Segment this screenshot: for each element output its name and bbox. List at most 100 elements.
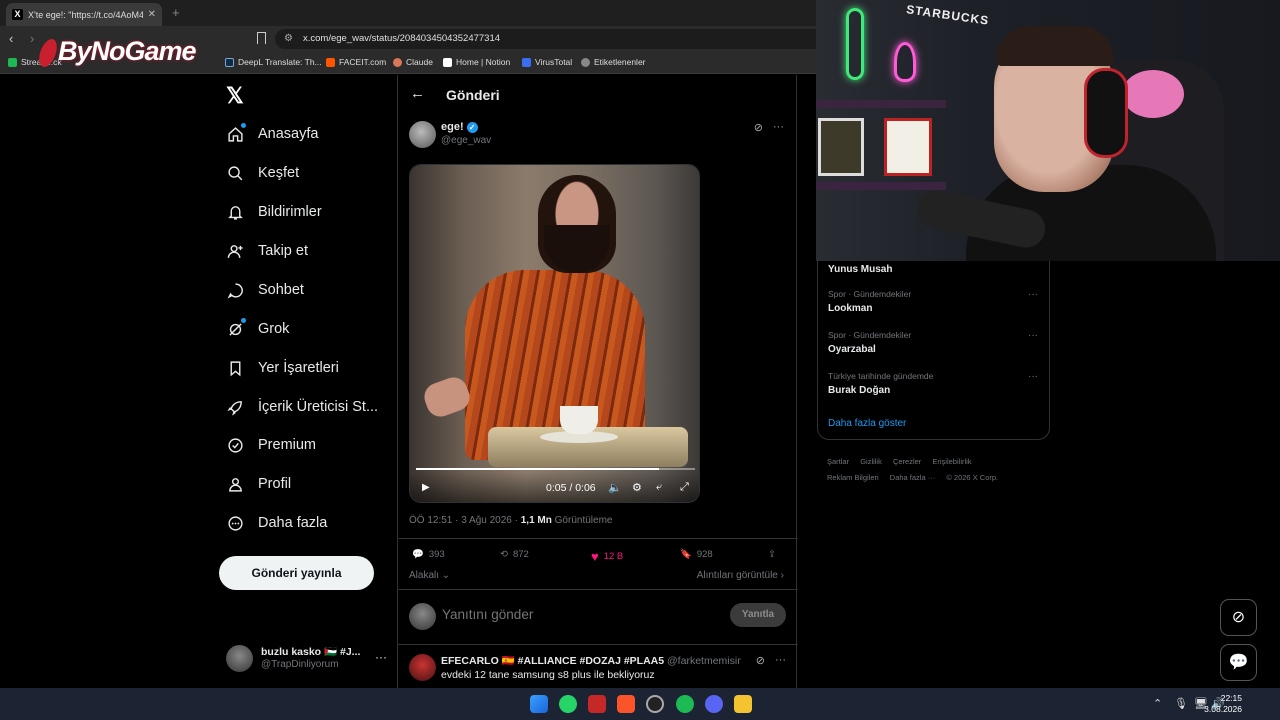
sidebar-item-follow[interactable]: Takip et <box>226 239 308 263</box>
tray-chevron-icon[interactable]: ⌃ <box>1153 697 1162 710</box>
trend-item[interactable]: Türkiye tarihinde gündemde Burak Doğan ·… <box>828 371 1038 396</box>
bookmark-action[interactable]: 🔖 928 <box>680 549 713 560</box>
messages-float-button[interactable]: 💬 <box>1220 644 1257 681</box>
sidebar-item-label: Profil <box>258 476 292 492</box>
footer-link[interactable]: Çerezler <box>893 457 921 466</box>
post-timestamp: ÖÖ 12:51 · 3 Ağu 2026 · <box>409 515 521 526</box>
reply-count: 393 <box>428 549 445 560</box>
bookmark-favicon-icon <box>581 57 590 67</box>
settings-gear-icon[interactable]: ⚙ <box>632 481 642 494</box>
volume-icon[interactable]: 🔈 <box>608 481 622 494</box>
bookmark-virustotal[interactable]: VirusTotal <box>522 57 572 67</box>
sidebar-item-premium[interactable]: Premium <box>226 433 316 457</box>
show-more-link[interactable]: Daha fazla göster <box>828 418 906 429</box>
windows-start-icon[interactable] <box>530 695 548 713</box>
avatar <box>226 645 253 672</box>
share-action[interactable]: ⇪ <box>768 549 776 560</box>
sidebar-item-label: Premium <box>258 437 317 453</box>
bookmark-deepl[interactable]: DeepL Translate: Th... <box>225 57 322 67</box>
address-bar[interactable]: ⚙ x.com/ege_wav/status/20840345043524773… <box>275 29 835 49</box>
system-clock[interactable]: 22:15 3.08.2026 <box>1204 693 1242 715</box>
footer-link[interactable]: Daha fazla ··· <box>890 473 935 482</box>
trend-item[interactable]: Spor · Gündemdekiler Oyarzabal ··· <box>828 330 1038 355</box>
sidebar-item-more[interactable]: Daha fazla <box>226 511 327 535</box>
trend-category: Türkiye tarihinde gündemde <box>828 371 934 381</box>
reply-button[interactable]: Yanıtla <box>730 603 786 627</box>
chat-icon: 💬 <box>1228 654 1249 671</box>
discord-icon[interactable] <box>705 695 723 713</box>
video-progress-bar[interactable] <box>416 468 695 470</box>
app-icon[interactable] <box>588 695 606 713</box>
trend-item[interactable]: Yunus Musah <box>828 260 1038 275</box>
reply-input[interactable] <box>442 607 702 622</box>
more-dots-icon[interactable]: ··· <box>773 121 784 134</box>
sidebar-item-grok[interactable]: Grok <box>226 317 289 341</box>
bookmark-page-icon[interactable] <box>257 32 266 44</box>
back-arrow-icon[interactable]: ← <box>410 85 425 102</box>
spotify-icon[interactable] <box>676 695 694 713</box>
more-dots-icon[interactable]: ··· <box>375 650 387 664</box>
more-dots-icon[interactable]: ··· <box>1028 330 1038 341</box>
footer-link[interactable]: Erişilebilirlik <box>932 457 971 466</box>
bookmark-notion[interactable]: Home | Notion <box>443 57 510 67</box>
browser-tab[interactable]: X X'te ege!: "https://t.co/4AoM4d ✕ <box>6 3 162 26</box>
site-settings-icon[interactable]: ⚙ <box>284 29 293 49</box>
fullscreen-icon[interactable]: ⤢ <box>680 481 689 494</box>
view-quotes-link[interactable]: Alıntıları görüntüle › <box>697 570 784 581</box>
sidebar-item-bookmarks[interactable]: Yer İşaretleri <box>226 356 339 380</box>
x-sidebar: 𝕏 Anasayfa Keşfet Bildirimler Takip et S… <box>210 75 396 688</box>
more-dots-icon[interactable]: ··· <box>775 654 786 667</box>
obs-icon[interactable] <box>646 695 664 713</box>
bookmark-favicon-icon <box>8 57 17 67</box>
sidebar-item-explore[interactable]: Keşfet <box>226 161 299 185</box>
x-logo-icon[interactable]: 𝕏 <box>226 83 244 109</box>
bookmark-etiketlenenler[interactable]: Etiketlenenler <box>581 57 646 67</box>
footer-link[interactable]: Şartlar <box>827 457 849 466</box>
avatar[interactable] <box>409 654 436 681</box>
page-title: Gönderi <box>446 87 500 103</box>
more-dots-icon[interactable]: ··· <box>1028 289 1038 300</box>
sidebar-item-chat[interactable]: Sohbet <box>226 278 304 302</box>
replies-filter-dropdown[interactable]: Alakalı ⌄ <box>409 570 450 581</box>
bookmark-claude[interactable]: Claude <box>393 57 433 67</box>
bookmark-faceit[interactable]: FACEIT.com <box>326 57 386 67</box>
video-player[interactable]: ▶ 0:05 / 0:06 🔈 ⚙ ⤶ ⤢ <box>409 164 700 503</box>
close-tab-icon[interactable]: ✕ <box>148 9 156 20</box>
reply-list-item[interactable]: EFECARLO 🇪🇸 #ALLIANCE #DOZAJ #PLAA5 @far… <box>398 645 798 689</box>
more-dots-icon[interactable]: ··· <box>1028 371 1038 382</box>
clock-time: 22:15 <box>1220 693 1242 703</box>
reply-author[interactable]: EFECARLO 🇪🇸 #ALLIANCE #DOZAJ #PLAA5 @far… <box>441 654 741 667</box>
sidebar-item-label: Sohbet <box>258 282 304 298</box>
sidebar-item-profile[interactable]: Profil <box>226 472 291 496</box>
brave-icon[interactable] <box>617 695 635 713</box>
grok-icon[interactable]: ⊘ <box>754 121 763 134</box>
loop-icon[interactable]: ⤶ <box>656 481 662 494</box>
play-icon[interactable]: ▶ <box>422 482 430 493</box>
author-name[interactable]: ege! ✓ <box>441 121 478 133</box>
forward-arrow-icon[interactable]: › <box>30 31 34 46</box>
whatsapp-icon[interactable] <box>559 695 577 713</box>
sidebar-item-notifications[interactable]: Bildirimler <box>226 200 322 224</box>
quotes-label: Alıntıları görüntüle <box>696 570 778 581</box>
sidebar-item-creator-studio[interactable]: İçerik Üreticisi St... <box>226 395 378 419</box>
like-action[interactable]: ♥ 12 B <box>591 549 623 564</box>
profile-icon <box>226 475 244 493</box>
shelf <box>816 182 946 190</box>
grok-icon[interactable]: ⊘ <box>756 654 765 667</box>
file-explorer-icon[interactable] <box>734 695 752 713</box>
author-avatar[interactable] <box>409 121 436 148</box>
author-handle[interactable]: @ege_wav <box>441 135 491 146</box>
footer-link[interactable]: Gizlilik <box>860 457 882 466</box>
repost-action[interactable]: ⟲ 872 <box>500 549 529 560</box>
reply-action[interactable]: 💬 393 <box>412 549 445 560</box>
plush-toy <box>1122 70 1184 118</box>
trend-item[interactable]: Spor · Gündemdekiler Lookman ··· <box>828 289 1038 314</box>
microphone-icon[interactable]: 🎙 <box>1174 697 1188 710</box>
new-tab-icon[interactable]: + <box>172 5 180 20</box>
account-switcher[interactable]: buzlu kasko 🇵🇸 #J... @TrapDinliyorum ··· <box>226 642 391 674</box>
post-button[interactable]: Gönderi yayınla <box>219 556 374 590</box>
back-arrow-icon[interactable]: ‹ <box>9 31 13 46</box>
grok-float-button[interactable]: ⊘ <box>1220 599 1257 636</box>
sidebar-item-home[interactable]: Anasayfa <box>226 122 318 146</box>
footer-link[interactable]: Reklam Bilgileri <box>827 473 879 482</box>
